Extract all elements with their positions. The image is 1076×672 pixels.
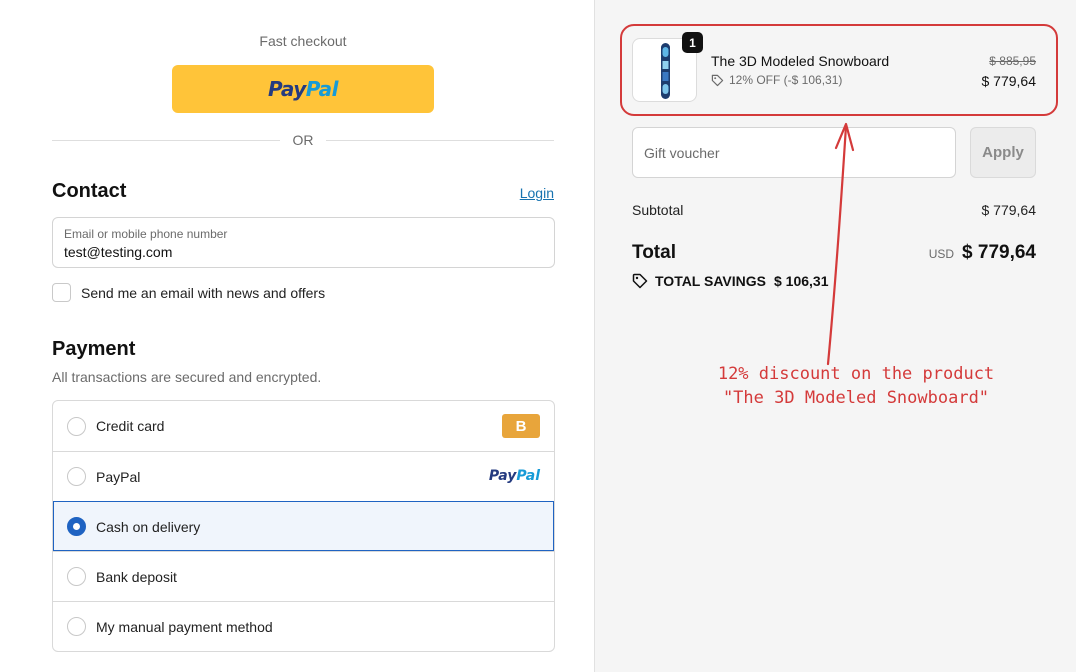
divider-line (326, 140, 554, 141)
subtotal-value: $ 779,64 (981, 202, 1037, 218)
total-savings: TOTAL SAVINGS $ 106,31 (632, 273, 828, 289)
paypal-express-button[interactable]: PayPal (172, 65, 434, 113)
paypal-logo: PayPal (267, 77, 339, 101)
email-field[interactable]: Email or mobile phone number test@testin… (52, 217, 555, 268)
payment-option-label: Bank deposit (96, 568, 177, 585)
checkout-form-panel: Fast checkout PayPal OR Contact Login Em… (0, 0, 594, 672)
radio-button[interactable] (67, 416, 86, 436)
payment-option-bank-deposit[interactable]: Bank deposit (53, 551, 554, 601)
total-currency: USD (928, 247, 955, 261)
radio-button[interactable] (67, 617, 86, 636)
gift-voucher-input[interactable] (632, 127, 956, 178)
payment-subtitle: All transactions are secured and encrypt… (52, 369, 322, 385)
savings-label: TOTAL SAVINGS (655, 273, 766, 289)
paypal-logo-pay: Pay (267, 77, 306, 101)
or-divider: OR (52, 130, 554, 150)
product-discount: 12% OFF (-$ 106,31) (711, 73, 842, 87)
email-field-value[interactable]: test@testing.com (64, 244, 543, 260)
card-brand-icon: B (502, 414, 540, 438)
newsletter-checkbox[interactable] (52, 283, 71, 302)
annotation-line-1: 12% discount on the product (717, 364, 995, 384)
product-name: The 3D Modeled Snowboard (711, 53, 890, 69)
payment-title: Payment (52, 338, 136, 360)
subtotal-label: Subtotal (632, 202, 684, 218)
login-link[interactable]: Login (520, 185, 554, 201)
payment-option-label: Cash on delivery (96, 518, 201, 535)
product-discount-text: 12% OFF (-$ 106,31) (729, 73, 843, 87)
paypal-logo-pal: Pal (516, 468, 540, 484)
discount-tag-icon (711, 74, 724, 86)
apply-button[interactable]: Apply (970, 127, 1036, 178)
payment-option-label: PayPal (96, 468, 141, 485)
radio-button[interactable] (67, 467, 86, 486)
fast-checkout-label: Fast checkout (259, 33, 347, 49)
email-field-label: Email or mobile phone number (64, 227, 228, 241)
radio-button[interactable] (67, 567, 86, 586)
total-amount: USD $ 779,64 (929, 242, 1036, 264)
payment-option-credit-card[interactable]: Credit card B (53, 401, 554, 451)
total-value: $ 779,64 (962, 242, 1036, 263)
paypal-logo-pay: Pay (488, 468, 517, 484)
savings-value: $ 106,31 (773, 273, 829, 289)
savings-tag-icon (632, 273, 648, 289)
newsletter-label: Send me an email with news and offers (81, 284, 326, 301)
payment-option-label: Credit card (96, 418, 165, 434)
product-original-price: $ 885,95 (989, 54, 1036, 68)
payment-option-cash-on-delivery[interactable]: Cash on delivery (53, 501, 554, 551)
order-line-item: 1 The 3D Modeled Snowboard 12% OFF (-$ 1… (632, 32, 1037, 102)
payment-option-label: My manual payment method (96, 618, 273, 635)
contact-title: Contact (52, 180, 127, 202)
payment-methods-list: Credit card B PayPal PayPal Cash on deli… (52, 400, 555, 652)
quantity-badge: 1 (682, 32, 703, 53)
annotation-note: 12% discount on the product "The 3D Mode… (688, 362, 1024, 410)
radio-button-selected[interactable] (67, 517, 86, 536)
total-label: Total (632, 242, 676, 263)
newsletter-option[interactable]: Send me an email with news and offers (52, 283, 325, 302)
paypal-logo: PayPal (489, 468, 540, 484)
product-price: $ 779,64 (981, 73, 1037, 89)
annotation-line-2: "The 3D Modeled Snowboard" (722, 388, 990, 408)
payment-option-manual[interactable]: My manual payment method (53, 601, 554, 651)
paypal-logo-pal: Pal (305, 77, 339, 101)
payment-option-paypal[interactable]: PayPal PayPal (53, 451, 554, 501)
